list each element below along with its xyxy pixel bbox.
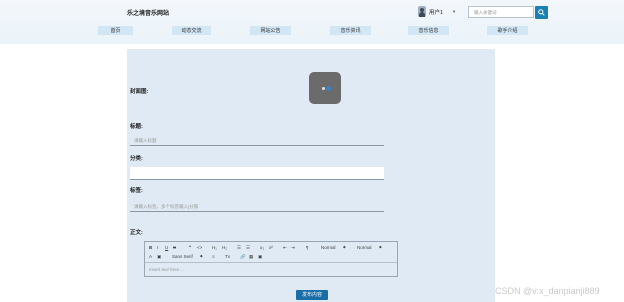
title-label: 标题: bbox=[130, 124, 143, 130]
nav-music-news[interactable]: 音乐资讯 bbox=[330, 26, 371, 35]
tags-label: 标签: bbox=[130, 188, 143, 194]
category-select[interactable] bbox=[130, 167, 384, 180]
nav-singers[interactable]: 歌手介绍 bbox=[487, 26, 528, 35]
ordered-list-button[interactable]: ☰ bbox=[237, 245, 241, 251]
title-input[interactable]: 请输入标题 bbox=[130, 136, 384, 146]
font-select[interactable]: Sans Serif bbox=[172, 254, 193, 259]
quote-button[interactable]: ❞ bbox=[189, 245, 191, 251]
upload-icon bbox=[322, 87, 325, 90]
tags-input[interactable]: 请输入标签，多个标签输入|分隔 bbox=[130, 202, 384, 212]
header-select[interactable]: Normal bbox=[357, 245, 372, 250]
username: 用户1 bbox=[429, 9, 444, 16]
search-input[interactable]: 输入关键词 bbox=[468, 6, 534, 18]
rich-text-editor[interactable]: B I U S ❞ <> H₁ H₂ ☰ ☰ x₂ x² ⇤ ⇥ ¶ Norma… bbox=[144, 241, 398, 277]
editor-toolbar: B I U S ❞ <> H₁ H₂ ☰ ☰ x₂ x² ⇤ ⇥ ¶ Norma… bbox=[145, 242, 397, 262]
chevron-down-icon: ▼ bbox=[452, 9, 457, 14]
bold-button[interactable]: B bbox=[149, 245, 152, 250]
publish-button[interactable]: 发布内容 bbox=[296, 290, 328, 300]
outdent-button[interactable]: ⇤ bbox=[283, 245, 287, 251]
text-color-button[interactable]: A bbox=[149, 254, 152, 259]
nav-forum[interactable]: 动态交流 bbox=[172, 26, 211, 35]
category-label: 分类: bbox=[130, 156, 143, 162]
direction-button[interactable]: ¶ bbox=[306, 245, 308, 250]
cursor-icon bbox=[326, 86, 331, 91]
search-icon bbox=[538, 9, 545, 16]
code-button[interactable]: <> bbox=[197, 245, 202, 250]
background-color-button[interactable]: ▣ bbox=[157, 254, 161, 260]
align-button[interactable]: ≡ bbox=[212, 254, 215, 259]
top-header: 乐之境音乐网站 用户1 ▼ 输入关键词 首页 动态交流 网站公告 音乐资讯 音乐… bbox=[0, 0, 624, 44]
chevron-down-icon: ◆ bbox=[343, 245, 346, 249]
strike-button[interactable]: S bbox=[173, 245, 176, 250]
italic-button[interactable]: I bbox=[157, 245, 158, 250]
cover-upload[interactable] bbox=[309, 72, 341, 104]
user-avatar-icon bbox=[418, 6, 426, 17]
image-button[interactable]: ▦ bbox=[249, 254, 253, 260]
subscript-button[interactable]: x₂ bbox=[260, 245, 264, 250]
link-button[interactable]: 🔗 bbox=[240, 254, 246, 260]
chevron-down-icon: ◆ bbox=[200, 254, 203, 258]
chevron-down-icon: ◆ bbox=[379, 245, 382, 249]
bullet-list-button[interactable]: ☰ bbox=[246, 245, 250, 251]
nav-home[interactable]: 首页 bbox=[98, 26, 133, 35]
watermark-text: CSDN @v:x_danpianji889 bbox=[495, 286, 600, 296]
site-title[interactable]: 乐之境音乐网站 bbox=[127, 8, 169, 17]
superscript-button[interactable]: x² bbox=[269, 245, 273, 250]
user-menu[interactable]: 用户1 ▼ bbox=[418, 6, 456, 17]
size-select[interactable]: Normal bbox=[321, 245, 336, 250]
underline-button[interactable]: U bbox=[165, 245, 168, 250]
indent-button[interactable]: ⇥ bbox=[291, 245, 295, 251]
video-button[interactable]: ▣ bbox=[258, 254, 262, 260]
h2-button[interactable]: H₂ bbox=[222, 245, 227, 250]
nav-announcements[interactable]: 网站公告 bbox=[250, 26, 291, 35]
body-label: 正文: bbox=[130, 230, 143, 236]
nav-music-info[interactable]: 音乐信息 bbox=[408, 26, 449, 35]
editor-content[interactable]: Insert text here ... bbox=[145, 262, 397, 276]
search-button[interactable] bbox=[535, 6, 548, 19]
clean-format-button[interactable]: Tx bbox=[225, 254, 230, 259]
cover-label: 封面图: bbox=[130, 89, 149, 95]
h1-button[interactable]: H₁ bbox=[212, 245, 217, 250]
